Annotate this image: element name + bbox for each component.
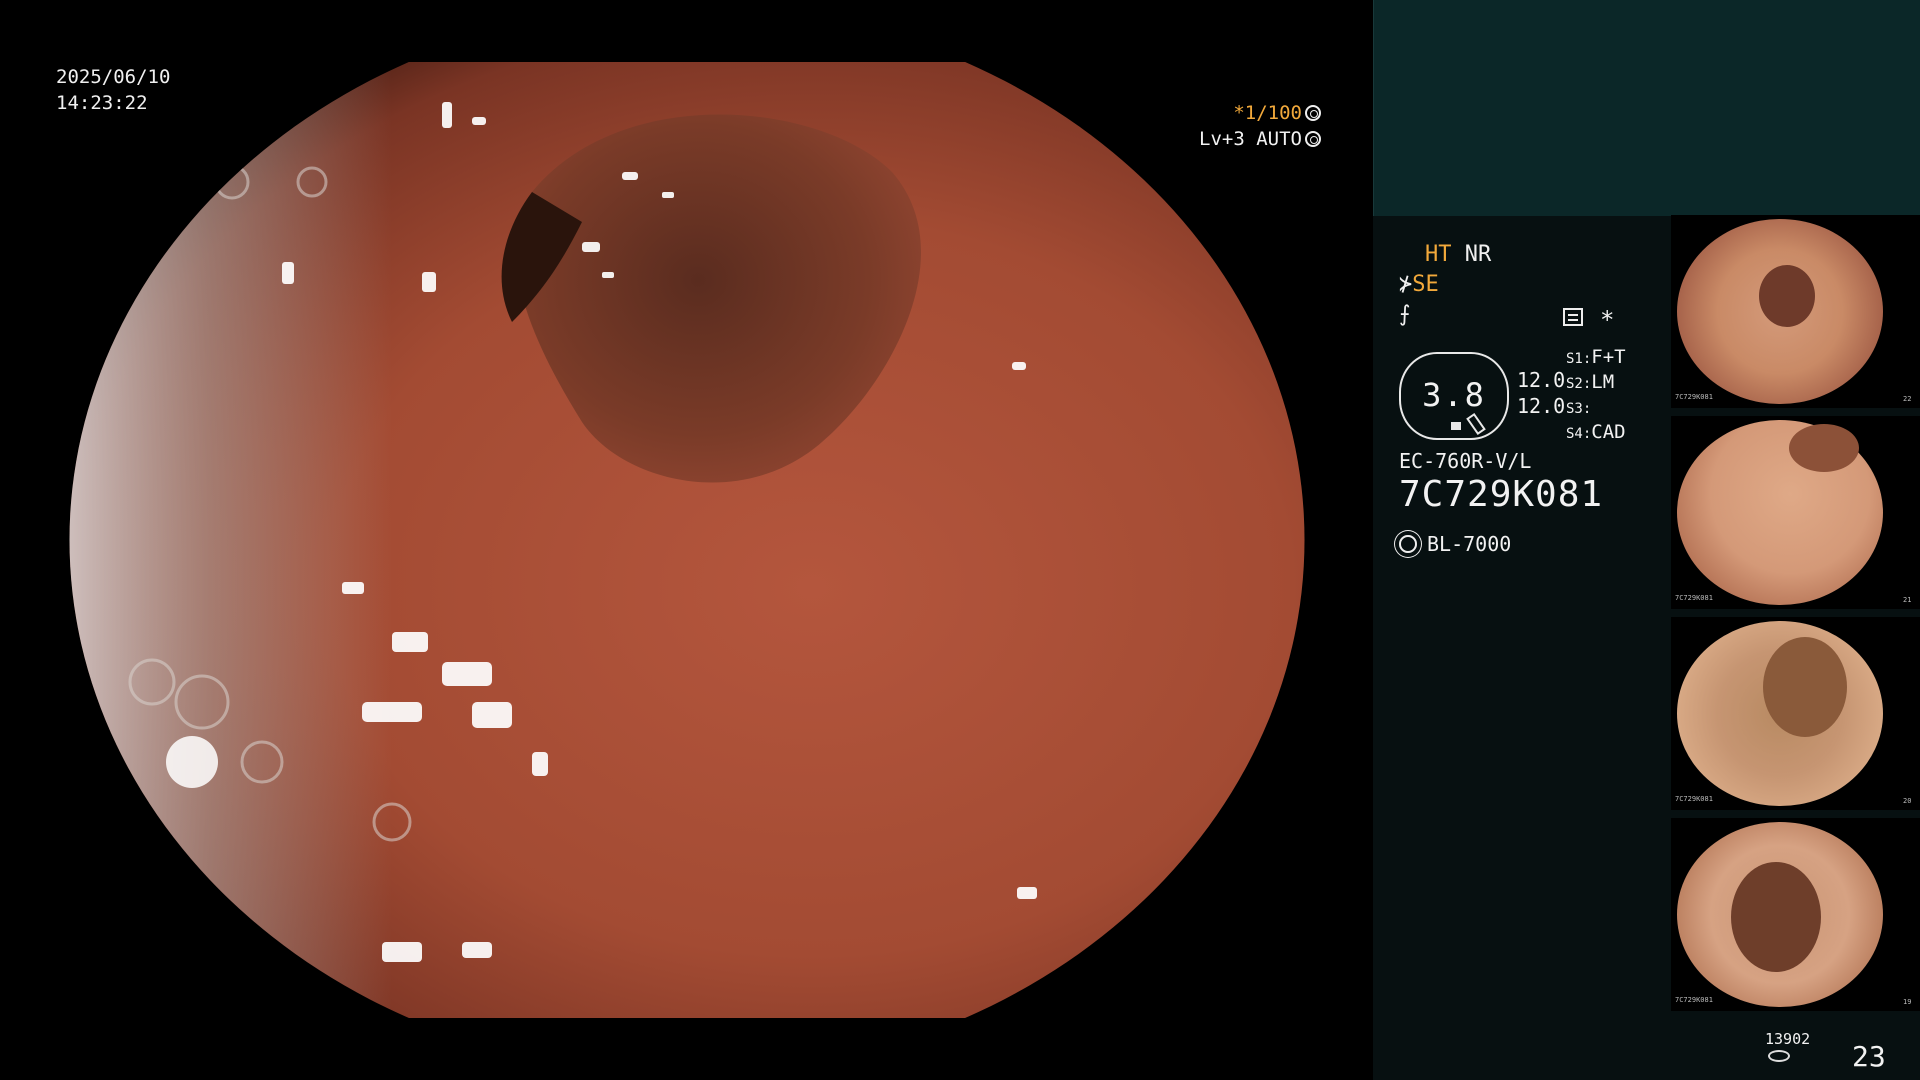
thumbnail-2-serial: 7C729K081: [1675, 594, 1713, 602]
thumbnail-3-index: 20: [1903, 797, 1912, 805]
switch-s2: S2:LM: [1566, 371, 1614, 393]
thumbnail-1[interactable]: 7C729K081 22: [1671, 215, 1920, 408]
asterisk-indicator: *: [1600, 306, 1615, 334]
iris-icon: [1305, 131, 1321, 147]
thumbnail-2-lumen: [1789, 424, 1859, 472]
side-info-panel: HT NR ⊁SE ⨍ * 3.8 12.0 12.0 S1:F+T S2:LM…: [1373, 0, 1920, 1080]
thumbnail-1-lumen: [1759, 265, 1815, 327]
thumbnail-3-lumen: [1763, 637, 1847, 737]
thumbnail-1-index: 22: [1903, 395, 1912, 403]
thumbnail-4[interactable]: 7C729K081 19: [1671, 818, 1920, 1011]
thumbnail-3-serial: 7C729K081: [1675, 795, 1713, 803]
color-mode-icon: ⨍: [1399, 302, 1411, 327]
zoom-bar-icon: [1451, 422, 1461, 430]
light-source-row: BL-7000: [1399, 532, 1511, 556]
s2-label: S2:: [1566, 376, 1592, 392]
captured-thumbnails: 7C729K081 22 7C729K081 21 7C729K081 20 7…: [1671, 215, 1920, 1019]
ht-indicator: HT: [1425, 242, 1452, 267]
shutter-speed-text: *1/100: [1233, 102, 1302, 124]
thumbnail-4-index: 19: [1903, 998, 1912, 1006]
scope-model: EC-760R-V/L: [1399, 449, 1532, 473]
aperture-icon: [1305, 105, 1321, 121]
date-text: 2025/06/10: [56, 66, 171, 88]
capture-count-small: 13902: [1765, 1030, 1811, 1048]
switch-s4: S4:CAD: [1566, 421, 1626, 443]
thumbnail-2-index: 21: [1903, 596, 1912, 604]
switch-s1: S1:F+T: [1566, 346, 1626, 368]
parameter-value-2: 12.0: [1517, 394, 1566, 418]
thumbnail-2[interactable]: 7C729K081 21: [1671, 416, 1920, 609]
endoscope-main-view: 2025/06/10 14:23:22 *1/100 Lv+3 AUTO: [0, 0, 1373, 1080]
thumbnail-4-serial: 7C729K081: [1675, 996, 1713, 1004]
parameter-value-1: 12.0: [1517, 368, 1566, 392]
scope-serial-number: 7C729K081: [1399, 474, 1604, 515]
endoscopic-live-image: [69, 62, 1305, 1018]
pencil-icon: [1466, 412, 1486, 436]
light-source-icon: [1399, 535, 1417, 553]
settings-list-icon: [1563, 308, 1583, 326]
thumbnail-1-serial: 7C729K081: [1675, 393, 1713, 401]
brightness-level-text: Lv+3 AUTO: [1199, 128, 1302, 150]
s2-value: LM: [1591, 371, 1615, 393]
zoom-value: 3.8: [1422, 376, 1486, 414]
enhancement-mode-icon: ⊁: [1399, 272, 1413, 297]
nr-indicator: NR: [1464, 242, 1492, 267]
exposure-readout: *1/100 Lv+3 AUTO: [1199, 100, 1321, 152]
capture-count: 23: [1852, 1040, 1886, 1073]
s3-label: S3:: [1566, 401, 1592, 417]
s4-value: CAD: [1591, 421, 1626, 443]
light-source-name: BL-7000: [1427, 532, 1512, 556]
time-text: 14:23:22: [56, 92, 148, 114]
zoom-indicator: 3.8: [1399, 352, 1509, 440]
s1-label: S1:: [1566, 351, 1592, 367]
side-panel-header-area: [1373, 0, 1920, 216]
s4-label: S4:: [1566, 426, 1592, 442]
thumbnail-3[interactable]: 7C729K081 20: [1671, 617, 1920, 810]
storage-disk-icon: [1768, 1050, 1790, 1062]
s1-value: F+T: [1591, 346, 1626, 368]
se-indicator: SE: [1412, 272, 1439, 297]
date-time-display: 2025/06/10 14:23:22: [56, 64, 170, 116]
mucosa-illustration: [69, 62, 1305, 1018]
switch-s3: S3:: [1566, 396, 1591, 418]
thumbnail-4-lumen: [1731, 862, 1821, 972]
